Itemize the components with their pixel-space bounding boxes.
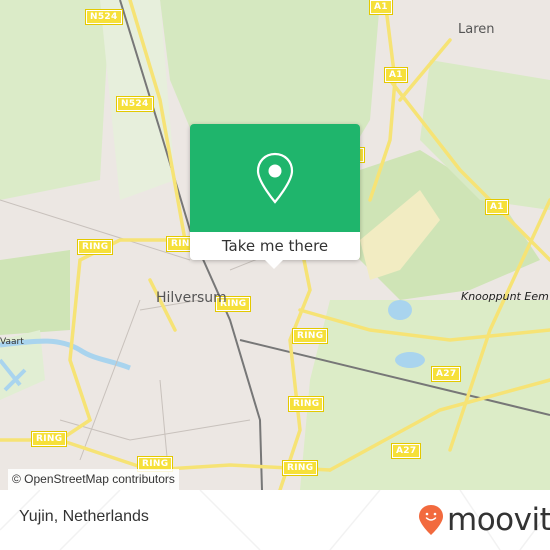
place-label-vaart: Vaart [0, 337, 24, 347]
map-pin-icon [256, 152, 294, 204]
road-shield-a1: A1 [384, 67, 408, 83]
road-shield-a1: A1 [485, 199, 509, 215]
place-label-laren: Laren [458, 22, 495, 37]
road-shield-a27: A27 [430, 366, 462, 382]
popup-header[interactable] [190, 124, 360, 232]
location-name: Yujin, Netherlands [19, 508, 149, 525]
popup-pointer [264, 259, 284, 269]
map-attribution[interactable]: © OpenStreetMap contributors [8, 469, 179, 490]
road-shield-ring: RING [287, 396, 325, 412]
road-shield-n524: N524 [116, 96, 154, 112]
road-shield-ring: RING [30, 431, 68, 447]
footer: Yujin, Netherlands moovit [0, 490, 550, 550]
take-me-there-button[interactable]: Take me there [190, 232, 360, 260]
place-label-hilversum: Hilversum [156, 290, 227, 306]
moovit-pin-icon [419, 505, 443, 535]
location-popup[interactable]: Take me there [190, 124, 360, 260]
place-label-knooppunt-eem: Knooppunt Eem [461, 290, 549, 303]
road-shield-a27: A27 [390, 443, 422, 459]
road-shield-n524: N524 [85, 9, 123, 25]
moovit-wordmark: moovit [447, 502, 550, 538]
road-shield-ring: RING [76, 239, 114, 255]
moovit-logo[interactable]: moovit [418, 502, 550, 538]
road-shield-ring: RING [281, 460, 319, 476]
road-shield-a1: A1 [369, 0, 393, 15]
road-shield-ring: RING [291, 328, 329, 344]
